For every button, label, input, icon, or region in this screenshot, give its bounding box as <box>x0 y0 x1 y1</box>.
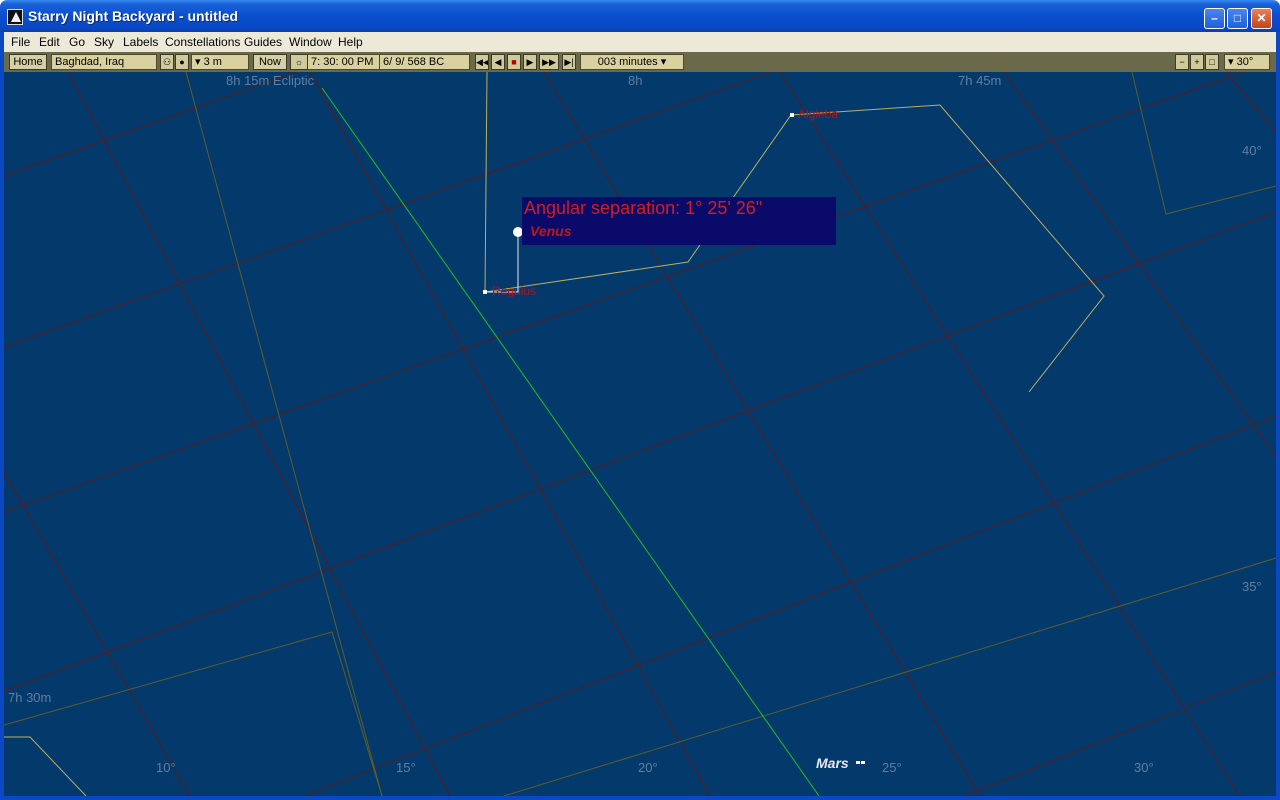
step-back-fast-icon[interactable]: ◀◀ <box>475 54 489 70</box>
sky-view[interactable]: 8h 15m Ecliptic 8h 7h 45m 7h 30m 40° 35°… <box>4 72 1276 796</box>
dec-grid-lines <box>4 72 1276 796</box>
dec-label-35: 35° <box>1242 579 1262 594</box>
maximize-button[interactable]: □ <box>1227 8 1248 29</box>
ra-line <box>4 471 191 796</box>
boundary-line <box>185 72 383 796</box>
dec-label-25: 25° <box>882 760 902 775</box>
menu-help[interactable]: Help <box>338 35 363 49</box>
toolbar: Home Baghdad, Iraq ⚇ ● ▾ 3 m Now ☼ 7: 30… <box>0 52 1280 72</box>
ra-label-8h15m: 8h 15m Ecliptic <box>226 73 315 88</box>
ra-line <box>67 72 451 796</box>
ra-line <box>779 72 1241 796</box>
step-forward-icon[interactable]: ▶| <box>562 54 576 70</box>
star-regulus-marker <box>483 290 487 294</box>
zoom-select[interactable]: ▾ 30° <box>1224 54 1270 70</box>
window-border-bottom <box>0 796 1280 800</box>
elevation-field[interactable]: ▾ 3 m <box>191 54 249 70</box>
close-button[interactable]: ✕ <box>1251 8 1272 29</box>
star-algieba-marker <box>790 113 794 117</box>
dec-label-20: 20° <box>638 760 658 775</box>
menu-window[interactable]: Window <box>289 35 332 49</box>
title-bar: Starry Night Backyard - untitled – □ ✕ <box>0 0 1280 32</box>
dec-label-15: 15° <box>396 760 416 775</box>
dec-line <box>4 72 1245 513</box>
star-label-regulus[interactable]: Regulus <box>492 284 536 298</box>
menu-sky[interactable]: Sky <box>94 35 114 49</box>
angular-separation-text: Angular separation: 1° 25' 26" <box>524 198 763 218</box>
sky-chart <box>4 72 1276 796</box>
flashlight-icon[interactable]: ● <box>175 54 189 70</box>
play-fast-icon[interactable]: ▶▶ <box>539 54 559 70</box>
dec-line <box>963 671 1276 796</box>
ecliptic-line <box>321 87 820 796</box>
ra-label-7h45m: 7h 45m <box>958 73 1002 88</box>
menu-labels[interactable]: Labels <box>123 35 158 49</box>
home-button[interactable]: Home <box>9 54 47 70</box>
planet-label-mars[interactable]: Mars <box>816 755 849 771</box>
stop-icon[interactable]: ■ <box>507 54 521 70</box>
window-border-right <box>1276 72 1280 796</box>
menu-bar: File Edit Go Sky Labels Constellations G… <box>0 32 1280 52</box>
time-field[interactable]: 7: 30: 00 PM <box>308 54 380 70</box>
dec-line <box>4 211 1276 692</box>
ra-line <box>543 72 981 796</box>
binoculars-icon[interactable]: ⚇ <box>160 54 174 70</box>
minimize-button[interactable]: – <box>1204 8 1225 29</box>
dec-line <box>303 415 1276 796</box>
zoom-fit-icon[interactable]: □ <box>1205 54 1219 70</box>
boundary-line <box>4 631 383 796</box>
location-field[interactable]: Baghdad, Iraq <box>51 54 157 70</box>
mars-marker <box>856 761 860 764</box>
menu-edit[interactable]: Edit <box>39 35 60 49</box>
step-back-icon[interactable]: ◀ <box>491 54 505 70</box>
star-label-algieba[interactable]: Algieba <box>798 107 838 121</box>
ra-line <box>309 72 711 796</box>
play-icon[interactable]: ▶ <box>523 54 537 70</box>
constellation-line <box>4 736 87 796</box>
constellation-line <box>484 104 1105 393</box>
dec-label-40: 40° <box>1242 143 1262 158</box>
ra-grid-lines <box>4 72 1276 796</box>
ra-label-8h: 8h <box>628 73 643 88</box>
zoom-in-icon[interactable]: + <box>1190 54 1204 70</box>
date-field[interactable]: 6/ 9/ 568 BC <box>380 54 470 70</box>
measure-line <box>485 232 519 293</box>
dec-label-30: 30° <box>1134 760 1154 775</box>
time-step-select[interactable]: 003 minutes ▾ <box>580 54 684 70</box>
angular-separation-box: Angular separation: 1° 25' 26" Venus <box>522 197 836 245</box>
menu-constellations[interactable]: Constellations <box>165 35 240 49</box>
sun-icon[interactable]: ☼ <box>290 54 308 70</box>
menu-file[interactable]: File <box>11 35 30 49</box>
app-icon[interactable] <box>7 9 23 25</box>
ra-label-7h30m: 7h 30m <box>8 690 52 705</box>
ra-line <box>1003 72 1276 458</box>
menu-guides[interactable]: Guides <box>244 35 282 49</box>
window-title: Starry Night Backyard - untitled <box>28 8 239 24</box>
dec-label-10: 10° <box>156 760 176 775</box>
menu-go[interactable]: Go <box>69 35 85 49</box>
now-button[interactable]: Now <box>253 54 287 70</box>
ra-line <box>1225 72 1276 133</box>
constellation-line <box>484 72 488 293</box>
planet-label-venus[interactable]: Venus <box>530 223 572 239</box>
zoom-out-icon[interactable]: − <box>1175 54 1189 70</box>
constellation-boundaries <box>4 72 1276 796</box>
mars-marker-2 <box>861 761 865 764</box>
